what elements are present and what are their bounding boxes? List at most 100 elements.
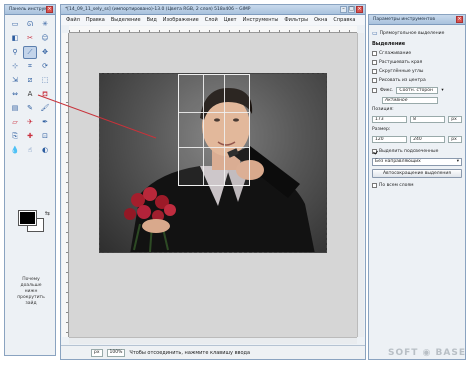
vertical-ruler[interactable] xyxy=(62,33,69,337)
foreground-color-swatch[interactable] xyxy=(18,210,37,226)
scale-icon[interactable]: ⇲ xyxy=(9,75,21,86)
fixed-checkbox[interactable] xyxy=(372,87,377,93)
move-icon[interactable]: ✥ xyxy=(39,47,51,58)
antialias-checkbox[interactable]: Сглаживание xyxy=(372,49,462,58)
perspective-clone-icon[interactable]: ⊡ xyxy=(39,131,51,142)
unit-select[interactable]: px xyxy=(91,348,103,357)
position-unit-select[interactable]: px xyxy=(448,115,463,123)
pencil-icon[interactable]: ✎ xyxy=(24,103,36,114)
antialias-box[interactable] xyxy=(372,51,377,56)
rotate-icon[interactable]: ⟳ xyxy=(39,61,51,72)
airbrush-icon[interactable]: ✈ xyxy=(24,117,36,128)
swap-colors-icon[interactable]: ⇆ xyxy=(45,210,50,217)
crop-icon[interactable]: ⌗ xyxy=(24,61,36,72)
status-bar: px 100% Чтобы отсоединить, нажмите клави… xyxy=(61,345,365,359)
image-window-title-bar[interactable]: *[14_09_11_sely_ss] (импортировано)-13.0… xyxy=(61,5,365,15)
horizontal-scrollbar[interactable] xyxy=(69,337,357,344)
guides-select[interactable]: Без направляющих ▾ xyxy=(372,158,462,166)
status-message: Чтобы отсоединить, нажмите клавишу ввода xyxy=(129,349,251,356)
position-label: Позиция: xyxy=(372,107,394,112)
vertical-scrollbar[interactable] xyxy=(357,33,364,337)
chevron-down-icon: ▾ xyxy=(456,159,459,164)
tool-options-close-button[interactable]: × xyxy=(456,16,463,23)
menu-tools[interactable]: Инструменты xyxy=(240,17,282,23)
scissors-icon[interactable]: ✂ xyxy=(24,33,36,44)
rect-select-icon[interactable]: ▭ xyxy=(9,19,21,30)
blur-icon[interactable]: 💧 xyxy=(9,145,21,156)
menu-image[interactable]: Изображение xyxy=(160,17,202,23)
chevron-down-icon[interactable]: ▾ xyxy=(441,88,443,93)
align-icon[interactable]: ⊹ xyxy=(9,61,21,72)
image-window-title: *[14_09_11_sely_ss] (импортировано)-13.0… xyxy=(65,7,251,12)
brush-icon[interactable]: 🖌 xyxy=(39,103,51,114)
size-height-input[interactable]: 240 xyxy=(410,135,446,143)
image-canvas-photo[interactable] xyxy=(99,73,327,253)
tool-options-title: Параметры инструментов xyxy=(373,17,435,22)
menu-edit[interactable]: Правка xyxy=(83,17,108,23)
text-icon[interactable]: A xyxy=(24,89,36,100)
autoshrink-button[interactable]: Автосокращение выделения xyxy=(372,169,462,178)
clone-icon[interactable]: ⎘ xyxy=(9,131,21,142)
expand-box[interactable] xyxy=(372,78,377,83)
feather-checkbox[interactable]: Растушевать края xyxy=(372,58,462,67)
tool-options-title-bar[interactable]: Параметры инструментов × xyxy=(369,15,465,25)
fixed-row: Фикс. Соотн. сторон ▾ xyxy=(372,85,462,95)
smudge-icon[interactable]: ☝ xyxy=(24,145,36,156)
round-corners-checkbox[interactable]: Скруглённые углы xyxy=(372,67,462,76)
round-box[interactable] xyxy=(372,69,377,74)
feather-box[interactable] xyxy=(372,60,377,65)
color-select-icon[interactable]: ◧ xyxy=(9,33,21,44)
menu-layer[interactable]: Слой xyxy=(202,17,221,23)
menu-select[interactable]: Выделение xyxy=(108,17,144,23)
shear-icon[interactable]: ⧄ xyxy=(24,75,36,86)
menu-bar: Файл Правка Выделение Вид Изображение Сл… xyxy=(61,15,365,25)
fixed-label: Фикс. xyxy=(380,87,394,93)
sample-merged-checkbox[interactable]: По всем слоям xyxy=(372,181,462,190)
menu-file[interactable]: Файл xyxy=(63,17,83,23)
heal-icon[interactable]: ✚ xyxy=(24,131,36,142)
tool-hint-text: Почему доальше нижн прокрутить зайд xyxy=(17,277,45,306)
menu-filters[interactable]: Фильтры xyxy=(281,17,311,23)
measure-icon[interactable]: ⟋ xyxy=(23,46,37,59)
ink-icon[interactable]: ✒ xyxy=(39,117,51,128)
toolbox-close-button[interactable]: × xyxy=(46,6,53,13)
maximize-button[interactable]: □ xyxy=(348,6,355,13)
horizontal-ruler[interactable] xyxy=(69,26,357,33)
minimize-button[interactable]: – xyxy=(340,6,347,13)
rectangle-selection[interactable] xyxy=(178,74,250,186)
magnify-icon[interactable]: ⚲ xyxy=(9,47,21,58)
toolbox-window: Панель инструм... × ▭ ᘏ ✳ ◧ ✂ ☺ ⚲ ⟋ ✥ ⊹ ⌗ ⟳ ⇲ ⧄ ⬚ ⇔ A ⛾ ▤ ✎… xyxy=(4,4,56,356)
rect-select-small-icon: ▭ xyxy=(372,30,378,37)
dodge-icon[interactable]: ◐ xyxy=(39,145,51,156)
menu-windows[interactable]: Окна xyxy=(311,17,330,23)
expand-center-checkbox[interactable]: Рисовать из центра xyxy=(372,76,462,85)
section-select-heading: Выделение xyxy=(372,41,406,47)
blend-icon[interactable]: ▤ xyxy=(9,103,21,114)
toolbox-title-bar[interactable]: Панель инструм... × xyxy=(5,5,55,15)
menu-color[interactable]: Цвет xyxy=(221,17,240,23)
lasso-icon[interactable]: ᘏ xyxy=(24,19,36,30)
flip-icon[interactable]: ⇔ xyxy=(9,89,21,100)
size-width-input[interactable]: 120 xyxy=(372,135,408,143)
highlight-checkbox[interactable]: Выделить подсвеченные xyxy=(372,147,462,156)
highlight-box[interactable] xyxy=(372,149,377,154)
merged-box[interactable] xyxy=(372,183,377,188)
fixed-select[interactable]: Соотн. сторон xyxy=(396,86,439,94)
size-row: 120 240 px xyxy=(372,134,463,144)
fuzzy-select-icon[interactable]: ✳ xyxy=(39,19,51,30)
eraser-icon[interactable]: ▱ xyxy=(9,117,21,128)
foreground-select-icon[interactable]: ☺ xyxy=(39,33,51,44)
perspective-icon[interactable]: ⬚ xyxy=(39,75,51,86)
aspect-value-field[interactable]: Активное xyxy=(382,97,438,104)
menu-help[interactable]: Справка xyxy=(330,17,358,23)
position-x-input[interactable]: 173 xyxy=(372,115,408,123)
tool-grid: ▭ ᘏ ✳ ◧ ✂ ☺ ⚲ ⟋ ✥ ⊹ ⌗ ⟳ ⇲ ⧄ ⬚ ⇔ A ⛾ ▤ ✎ 🖌 ▱ ✈ ✒ ⎘ ✚ ⊡ 💧 ☝ ◐ xyxy=(9,19,53,156)
tool-options-subtitle: ▭ Прямоугольное выделение xyxy=(372,30,445,37)
menu-view[interactable]: Вид xyxy=(144,17,160,23)
bucket-icon[interactable]: ⛾ xyxy=(39,89,51,100)
zoom-select[interactable]: 100% xyxy=(106,348,126,357)
close-button[interactable]: × xyxy=(356,6,363,13)
size-unit-select[interactable]: px xyxy=(448,135,463,143)
position-row: 173 8 px xyxy=(372,114,463,124)
position-y-input[interactable]: 8 xyxy=(410,115,446,123)
